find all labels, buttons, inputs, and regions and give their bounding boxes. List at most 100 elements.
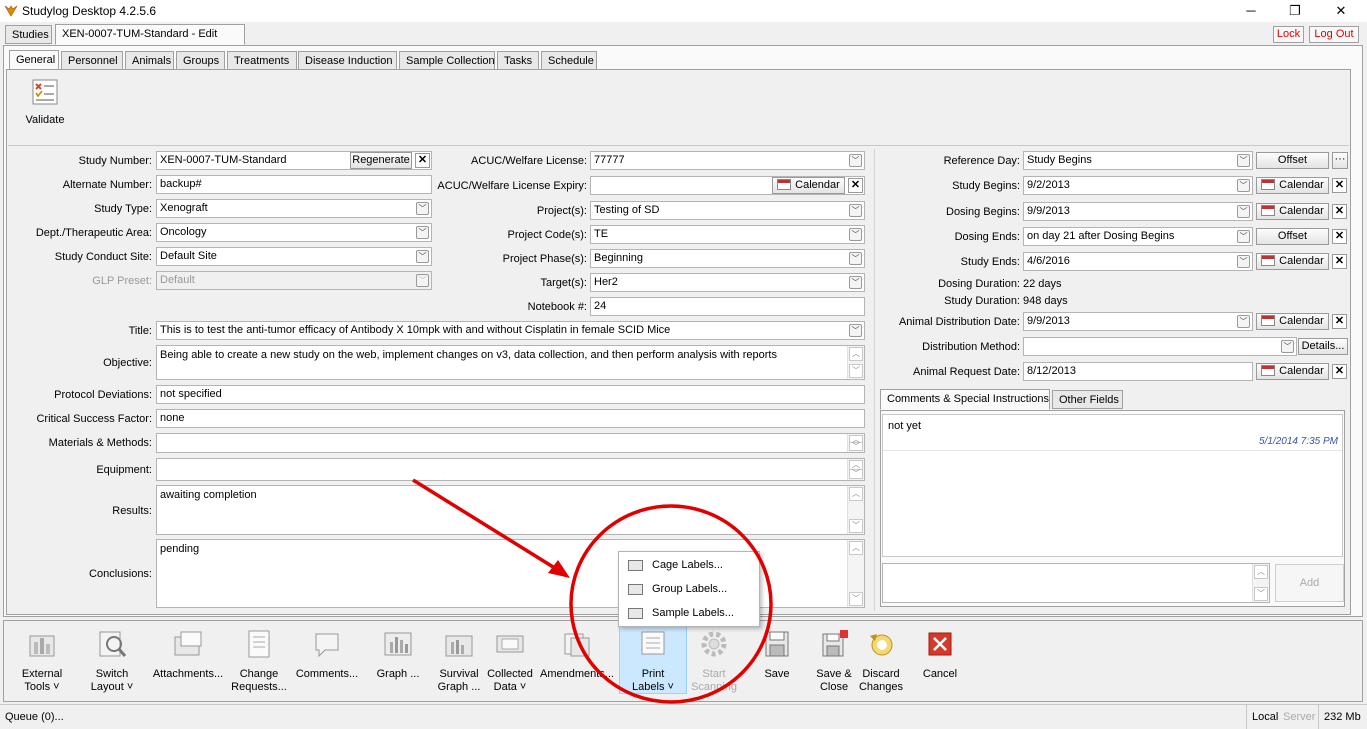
scrollbar[interactable]: ︿ ﹀: [847, 486, 864, 534]
chevron-down-icon[interactable]: ﹀: [1237, 255, 1250, 268]
scrollbar[interactable]: ︿ ﹀: [847, 540, 864, 607]
chevron-down-icon[interactable]: ﹀: [1237, 154, 1250, 167]
chevron-down-icon[interactable]: ﹀: [1237, 179, 1250, 192]
scroll-up-icon[interactable]: ︿: [849, 347, 863, 361]
clear-study-begins-icon[interactable]: ✕: [1332, 178, 1347, 193]
study-type-select[interactable]: Xenograft ﹀: [156, 199, 432, 218]
dosing-begins-calendar-button[interactable]: Calendar: [1256, 203, 1329, 220]
amendments-button[interactable]: Amendments...: [538, 628, 616, 681]
chevron-down-icon[interactable]: ﹀: [1237, 315, 1250, 328]
print-labels-button[interactable]: Print Labels ˅: [622, 628, 684, 694]
chevron-down-icon[interactable]: ﹀: [849, 228, 862, 241]
chevron-down-icon[interactable]: ﹀: [849, 252, 862, 265]
start-scanning-button[interactable]: Start Scanning: [688, 628, 740, 694]
tab-other-fields[interactable]: Other Fields: [1052, 390, 1123, 409]
objective-textarea[interactable]: Being able to create a new study on the …: [156, 345, 865, 380]
tab-general[interactable]: General: [9, 50, 59, 71]
minimize-icon[interactable]: ─: [1228, 0, 1274, 22]
clear-acuc-expiry-icon[interactable]: ✕: [848, 178, 863, 193]
comment-item[interactable]: not yet 5/1/2014 7:35 PM: [883, 415, 1342, 451]
scroll-up-icon[interactable]: ︿: [849, 487, 863, 501]
save-close-button[interactable]: Save & Close: [810, 628, 858, 694]
tab-tasks[interactable]: Tasks: [497, 51, 539, 70]
scroll-down-icon[interactable]: ﹀: [849, 592, 863, 606]
chevron-down-icon[interactable]: ﹀: [849, 324, 862, 337]
add-comment-button[interactable]: Add: [1275, 564, 1344, 602]
scrollbar[interactable]: ︿ ﹀: [847, 434, 864, 452]
save-button[interactable]: Save: [754, 628, 800, 681]
study-begins-select[interactable]: 9/2/2013 ﹀: [1023, 176, 1253, 195]
clear-dosing-ends-icon[interactable]: ✕: [1332, 229, 1347, 244]
chevron-down-icon[interactable]: ﹀: [849, 154, 862, 167]
close-window-icon[interactable]: ✕: [1318, 0, 1364, 22]
menu-item-sample-labels[interactable]: Sample Labels...: [623, 602, 757, 624]
scroll-up-icon[interactable]: ︿: [849, 541, 863, 555]
animal-request-field[interactable]: 8/12/2013: [1023, 362, 1253, 381]
survival-graph-button[interactable]: Survival Graph ...: [434, 628, 484, 694]
scrollbar[interactable]: ︿ ﹀: [1252, 564, 1269, 602]
chevron-down-icon[interactable]: ﹀: [1281, 340, 1294, 353]
animal-distribution-select[interactable]: 9/9/2013 ﹀: [1023, 312, 1253, 331]
notebook-field[interactable]: 24: [590, 297, 865, 316]
chevron-down-icon[interactable]: ﹀: [849, 276, 862, 289]
restore-icon[interactable]: ❐: [1272, 0, 1318, 22]
protocol-deviations-field[interactable]: not specified: [156, 385, 865, 404]
comments-button[interactable]: Comments...: [294, 628, 360, 681]
chevron-down-icon[interactable]: ﹀: [1237, 230, 1250, 243]
scroll-down-icon[interactable]: ﹀: [849, 519, 863, 533]
dept-select[interactable]: Oncology ﹀: [156, 223, 432, 242]
collected-data-button[interactable]: Collected Data ˅: [484, 628, 536, 694]
projects-select[interactable]: Testing of SD ﹀: [590, 201, 865, 220]
lock-button[interactable]: Lock: [1273, 26, 1304, 43]
chevron-down-icon[interactable]: ﹀: [416, 250, 429, 263]
reference-offset-button[interactable]: Offset: [1256, 152, 1329, 169]
scroll-down-icon[interactable]: ﹀: [849, 469, 863, 479]
details-button[interactable]: Details...: [1298, 338, 1348, 355]
study-ends-select[interactable]: 4/6/2016 ﹀: [1023, 252, 1253, 271]
title-select[interactable]: This is to test the anti-tumor efficacy …: [156, 321, 865, 340]
scroll-down-icon[interactable]: ﹀: [849, 442, 863, 451]
scroll-down-icon[interactable]: ﹀: [849, 364, 863, 378]
scrollbar[interactable]: ︿ ﹀: [847, 346, 864, 379]
tab-studies[interactable]: Studies: [5, 25, 52, 44]
tab-treatments[interactable]: Treatments: [227, 51, 297, 70]
scroll-up-icon[interactable]: ︿: [1254, 565, 1268, 579]
study-begins-calendar-button[interactable]: Calendar: [1256, 177, 1329, 194]
clear-dosing-begins-icon[interactable]: ✕: [1332, 204, 1347, 219]
cancel-button[interactable]: Cancel: [914, 628, 966, 681]
project-phases-select[interactable]: Beginning ﹀: [590, 249, 865, 268]
acuc-select[interactable]: 77777 ﹀: [590, 151, 865, 170]
chevron-down-icon[interactable]: ﹀: [1237, 205, 1250, 218]
alternate-number-field[interactable]: backup#: [156, 175, 432, 194]
scrollbar[interactable]: ︿ ﹀: [847, 459, 864, 480]
more-options-button[interactable]: ···: [1332, 152, 1348, 169]
tab-disease-induction[interactable]: Disease Induction: [298, 51, 397, 70]
animal-distribution-calendar-button[interactable]: Calendar: [1256, 313, 1329, 330]
tab-groups[interactable]: Groups: [176, 51, 225, 70]
logout-button[interactable]: Log Out: [1309, 26, 1359, 43]
dosing-ends-offset-button[interactable]: Offset: [1256, 228, 1329, 245]
critical-success-field[interactable]: none: [156, 409, 865, 428]
chevron-down-icon[interactable]: ﹀: [416, 226, 429, 239]
project-codes-select[interactable]: TE ﹀: [590, 225, 865, 244]
materials-textarea[interactable]: ︿ ﹀: [156, 433, 865, 453]
clear-animal-distribution-icon[interactable]: ✕: [1332, 314, 1347, 329]
results-textarea[interactable]: awaiting completion ︿ ﹀: [156, 485, 865, 535]
chevron-down-icon[interactable]: ﹀: [416, 202, 429, 215]
tab-schedule[interactable]: Schedule: [541, 51, 597, 70]
new-comment-textarea[interactable]: ︿ ﹀: [882, 563, 1270, 603]
external-tools-button[interactable]: External Tools ˅: [12, 628, 72, 694]
chevron-down-icon[interactable]: ﹀: [849, 204, 862, 217]
animal-request-calendar-button[interactable]: Calendar: [1256, 363, 1329, 380]
clear-study-number-icon[interactable]: ✕: [415, 153, 430, 168]
menu-item-cage-labels[interactable]: Cage Labels...: [623, 554, 757, 576]
regenerate-button[interactable]: Regenerate: [350, 152, 412, 169]
graph-button[interactable]: Graph ...: [370, 628, 426, 681]
clear-study-ends-icon[interactable]: ✕: [1332, 254, 1347, 269]
tab-animals[interactable]: Animals: [125, 51, 174, 70]
study-ends-calendar-button[interactable]: Calendar: [1256, 253, 1329, 270]
attachments-button[interactable]: Attachments...: [150, 628, 226, 681]
tab-study-edit[interactable]: XEN-0007-TUM-Standard - Edit: [55, 24, 245, 45]
validate-button[interactable]: Validate: [20, 79, 70, 126]
switch-layout-button[interactable]: Switch Layout ˅: [82, 628, 142, 694]
